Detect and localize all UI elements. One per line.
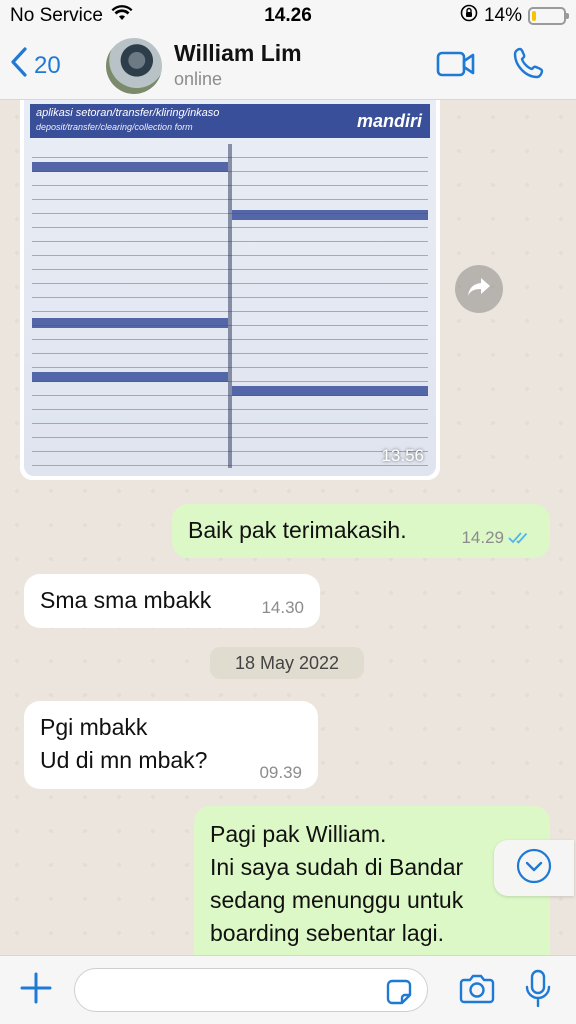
status-right: 14% xyxy=(460,4,569,28)
status-left: No Service xyxy=(10,5,133,27)
orientation-lock-icon xyxy=(460,4,478,28)
incoming-message[interactable]: Pgi mbakk Ud di mn mbak? 09.39 xyxy=(24,701,318,789)
phone-icon xyxy=(512,47,546,84)
forward-button[interactable] xyxy=(455,265,503,313)
form-subtitle: deposit/transfer/clearing/collection for… xyxy=(36,122,193,132)
message-time: 09.39 xyxy=(259,763,302,782)
form-header: aplikasi setoran/transfer/kliring/inkaso… xyxy=(30,104,430,138)
form-section-bar xyxy=(232,386,428,396)
plus-icon xyxy=(18,972,54,1010)
camera-button[interactable] xyxy=(458,973,496,1010)
camera-icon xyxy=(458,974,496,1009)
unread-count: 20 xyxy=(34,51,61,79)
attach-button[interactable] xyxy=(18,970,54,1011)
voice-call-button[interactable] xyxy=(512,46,546,85)
back-button[interactable]: 20 xyxy=(10,46,61,85)
video-call-button[interactable] xyxy=(436,50,476,83)
chevron-down-icon xyxy=(516,848,552,889)
form-title: aplikasi setoran/transfer/kliring/inkaso xyxy=(36,107,220,119)
contact-name[interactable]: William Lim xyxy=(174,40,302,67)
message-time: 13.56 xyxy=(381,446,424,465)
message-input[interactable] xyxy=(74,968,428,1012)
sticker-icon xyxy=(384,979,414,1011)
sticker-button[interactable] xyxy=(384,977,414,1012)
scroll-to-bottom-button[interactable] xyxy=(494,840,574,896)
contact-status: online xyxy=(174,69,223,89)
status-bar: No Service 14.26 14% xyxy=(0,0,576,32)
microphone-icon xyxy=(524,969,552,1013)
message-line: Ini saya sudah di Bandar xyxy=(210,854,464,880)
message-line: Pgi mbakk xyxy=(40,714,148,740)
form-lines xyxy=(32,144,428,468)
battery-percent: 14% xyxy=(483,5,522,26)
form-section-bar xyxy=(232,210,428,220)
battery-icon xyxy=(528,7,569,25)
outgoing-message[interactable]: Baik pak terimakasih. 14.29 xyxy=(172,504,550,558)
read-receipt-icon xyxy=(508,521,534,554)
wifi-icon xyxy=(111,5,133,27)
chat-area[interactable]: aplikasi setoran/transfer/kliring/inkaso… xyxy=(0,100,576,955)
message-line: sedang menunggu untuk xyxy=(210,887,464,913)
form-section-bar xyxy=(32,372,228,382)
message-text: Sma sma mbakk xyxy=(40,587,212,613)
battery-fill xyxy=(532,11,536,21)
transfer-form-photo[interactable]: aplikasi setoran/transfer/kliring/inkaso… xyxy=(24,100,436,476)
message-line: Pagi pak William. xyxy=(210,821,387,847)
message-input-bar xyxy=(0,955,576,1024)
video-call-icon xyxy=(436,51,476,82)
message-line: boarding sebentar lagi. xyxy=(210,920,444,946)
date-separator: 18 May 2022 xyxy=(210,647,364,679)
forward-icon xyxy=(467,276,491,303)
message-meta: 14.29 xyxy=(461,521,534,554)
message-text: Baik pak terimakasih. xyxy=(188,517,407,543)
form-section-bar xyxy=(32,162,228,172)
bank-logo: mandiri xyxy=(356,111,422,131)
message-time: 14.30 xyxy=(261,598,304,617)
avatar[interactable] xyxy=(106,38,162,94)
incoming-message[interactable]: Sma sma mbakk 14.30 xyxy=(24,574,320,628)
carrier-label: No Service xyxy=(10,5,103,26)
form-section-bar xyxy=(32,318,228,328)
chat-header: 20 William Lim online xyxy=(0,32,576,100)
image-message[interactable]: aplikasi setoran/transfer/kliring/inkaso… xyxy=(20,100,440,480)
chevron-left-icon xyxy=(10,46,28,85)
message-time: 14.29 xyxy=(461,528,504,547)
voice-message-button[interactable] xyxy=(524,969,552,1014)
